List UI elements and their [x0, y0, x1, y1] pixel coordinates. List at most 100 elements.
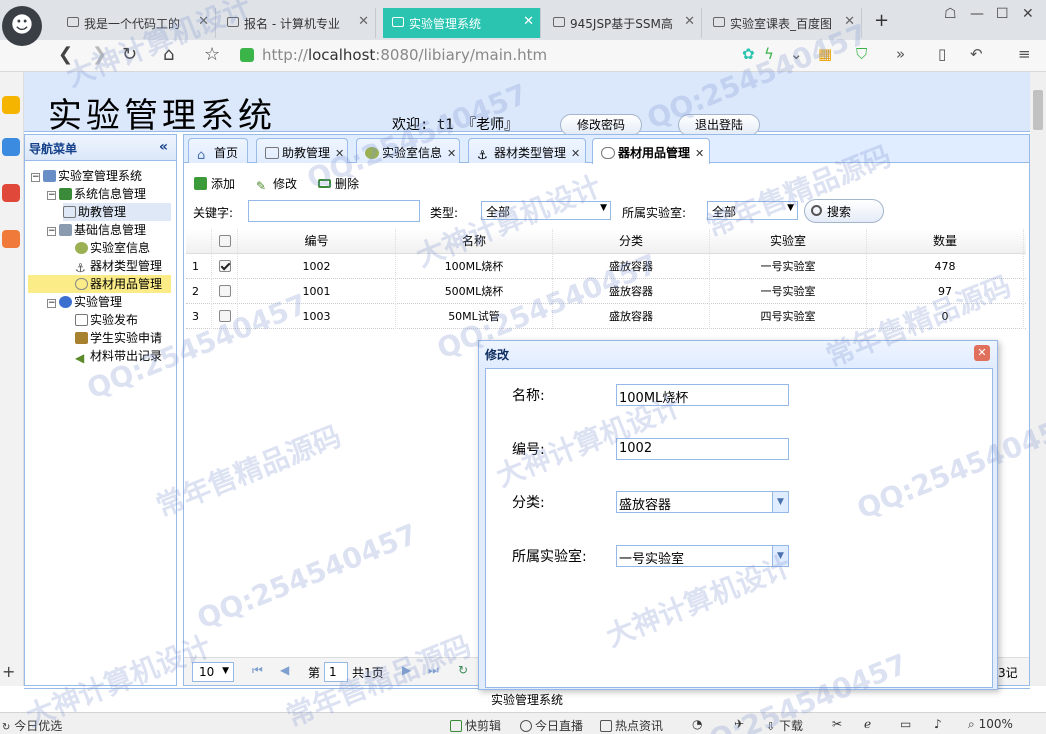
table-row[interactable]: 2 1001 500ML烧杯 盛放容器 一号实验室 97 [186, 279, 1026, 304]
skin-icon[interactable]: ☖ [944, 6, 957, 22]
page-scrollbar[interactable] [1030, 72, 1046, 686]
close-icon[interactable]: ✕ [198, 14, 209, 29]
close-icon[interactable]: ✕ [358, 14, 369, 29]
row-select-cell[interactable] [212, 254, 238, 279]
weibo-icon[interactable] [2, 184, 20, 202]
tab-lab-info[interactable]: 实验室信息 ✕ [356, 138, 460, 163]
type-select[interactable]: 全部 ▼ [481, 201, 611, 220]
close-icon[interactable]: ✕ [684, 14, 695, 29]
more-icon[interactable]: » [896, 45, 905, 63]
tab-equip-supplies[interactable]: 器材用品管理 ✕ [592, 138, 710, 164]
forward-icon[interactable]: ❯ [92, 44, 107, 65]
select-all-cell[interactable] [212, 229, 238, 254]
col-header-id[interactable]: 编号 [238, 229, 396, 254]
col-header-category[interactable]: 分类 [553, 229, 710, 254]
tab-equip-type[interactable]: ⚓ 器材类型管理 ✕ [468, 138, 586, 163]
window-icon[interactable]: ▭ [900, 717, 911, 731]
close-icon[interactable]: ✕ [571, 147, 580, 160]
lab-select[interactable]: 一号实验室 ▼ [616, 545, 789, 567]
search-button[interactable]: 搜索 [804, 199, 884, 223]
tree-node-experiment[interactable]: − 实验管理 [47, 293, 122, 311]
new-tab-icon[interactable]: + [874, 10, 889, 31]
browser-tab[interactable]: 我是一个代码工的 ✕ [58, 8, 216, 38]
page-input[interactable]: 1 [324, 662, 348, 682]
tree-node-system[interactable]: − 系统信息管理 [47, 185, 146, 203]
row-checkbox[interactable] [218, 260, 231, 272]
refresh-icon[interactable]: ↻ [458, 663, 468, 677]
close-icon[interactable]: ✕ [844, 14, 855, 29]
tree-node-root[interactable]: − 实验室管理系统 [31, 167, 142, 185]
col-header-qty[interactable]: 数量 [867, 229, 1024, 254]
today-picks[interactable]: ↻ 今日优选 [2, 717, 62, 734]
back-icon[interactable]: ❮ [58, 44, 73, 65]
row-select-cell[interactable] [212, 279, 238, 304]
browser-tab[interactable]: 945JSP基于SSM高 ✕ [544, 8, 702, 38]
collapse-node-icon[interactable]: − [47, 227, 56, 236]
edit-button[interactable]: ✎ 修改 [256, 175, 297, 193]
cut-icon[interactable]: ✂ [832, 717, 842, 731]
close-icon[interactable]: ✕ [335, 147, 344, 160]
tree-node-publish[interactable]: 实验发布 [75, 311, 138, 329]
home-icon[interactable]: ⌂ [163, 44, 174, 65]
downloads[interactable]: ⇩ 下载 [766, 717, 803, 734]
col-header-lab[interactable]: 实验室 [710, 229, 867, 254]
collapse-icon[interactable]: « [159, 139, 168, 155]
tab-home[interactable]: ⌂ 首页 [188, 138, 248, 163]
first-page-icon[interactable]: ⏮ [252, 663, 263, 678]
category-select[interactable]: 盛放容器 ▼ [616, 491, 789, 513]
table-row[interactable]: 1 1002 100ML烧杯 盛放容器 一号实验室 478 [186, 254, 1026, 279]
speed-icon[interactable]: ◔ [692, 717, 702, 731]
close-icon[interactable]: ✕ [695, 147, 704, 160]
name-input[interactable]: 100ML烧杯 [616, 384, 789, 406]
address-bar[interactable]: http://localhost:8080/libiary/main.htm [240, 43, 740, 69]
collapse-node-icon[interactable]: − [31, 173, 40, 182]
tree-node-equip-type[interactable]: ⚓ 器材类型管理 [75, 257, 162, 275]
add-icon[interactable]: + [2, 662, 20, 681]
zoom[interactable]: ⌕ 100% [968, 717, 1013, 732]
scrollbar-thumb[interactable] [1033, 90, 1043, 130]
keyword-input[interactable] [248, 200, 420, 222]
page-size-select[interactable]: 10 ▼ [192, 662, 234, 682]
close-icon[interactable]: ✕ [523, 14, 534, 29]
reload-icon[interactable]: ↻ [122, 44, 137, 65]
row-checkbox[interactable] [218, 285, 231, 297]
live-today[interactable]: 今日直播 [520, 717, 583, 734]
change-password-button[interactable]: 修改密码 [560, 114, 642, 136]
last-page-icon[interactable]: ⏭ [428, 663, 439, 678]
maximize-icon[interactable]: ☐ [996, 6, 1009, 22]
mail-icon[interactable] [2, 230, 20, 248]
volume-icon[interactable]: ♪ [934, 717, 942, 731]
browser-tab[interactable]: 实验室课表_百度图 ✕ [704, 8, 862, 38]
browser-tab[interactable]: 报名 - 计算机专业 ✕ [218, 8, 376, 38]
tree-node-basic[interactable]: − 基础信息管理 [47, 221, 146, 239]
col-header-name[interactable]: 名称 [396, 229, 553, 254]
tree-node-lab-info[interactable]: 实验室信息 [75, 239, 150, 257]
tree-node-student-apply[interactable]: 学生实验申请 [75, 329, 162, 347]
browser-tab-active[interactable]: 实验管理系统 ✕ [383, 8, 541, 38]
next-page-icon[interactable]: ▶ [402, 663, 411, 677]
browser-logo-icon[interactable]: ☻ [2, 6, 42, 46]
hot-news[interactable]: 热点资讯 [600, 717, 663, 734]
tree-node-assistant[interactable]: 助教管理 [63, 203, 171, 221]
table-row[interactable]: 3 1003 50ML试管 盛放容器 四号实验室 0 [186, 304, 1026, 329]
row-checkbox[interactable] [218, 310, 231, 322]
menu-icon[interactable]: ≡ [1018, 45, 1031, 63]
tree-node-material-log[interactable]: ◀ 材料带出记录 [75, 347, 162, 365]
favorites-icon[interactable] [2, 96, 20, 114]
collapse-node-icon[interactable]: − [47, 191, 56, 200]
shield-icon[interactable]: ⛉ [856, 45, 867, 63]
chevron-down-icon[interactable]: ⌄ [790, 45, 803, 63]
star-icon[interactable]: ☆ [204, 44, 220, 65]
lab-select[interactable]: 全部 ▼ [707, 201, 798, 220]
delete-button[interactable]: 删除 [318, 175, 359, 192]
id-input[interactable]: 1002 [616, 438, 789, 460]
select-all-checkbox[interactable] [218, 235, 231, 247]
close-icon[interactable]: ✕ [447, 147, 456, 160]
phone-icon[interactable]: ▯ [938, 45, 946, 63]
ie-icon[interactable]: ℯ [864, 717, 871, 731]
row-select-cell[interactable] [212, 304, 238, 329]
tree-node-equip-supplies[interactable]: 器材用品管理 [28, 275, 171, 293]
logout-button[interactable]: 退出登陆 [678, 114, 760, 136]
extension-icon[interactable]: ✿ [742, 45, 755, 63]
quick-edit[interactable]: 快剪辑 [450, 717, 501, 734]
